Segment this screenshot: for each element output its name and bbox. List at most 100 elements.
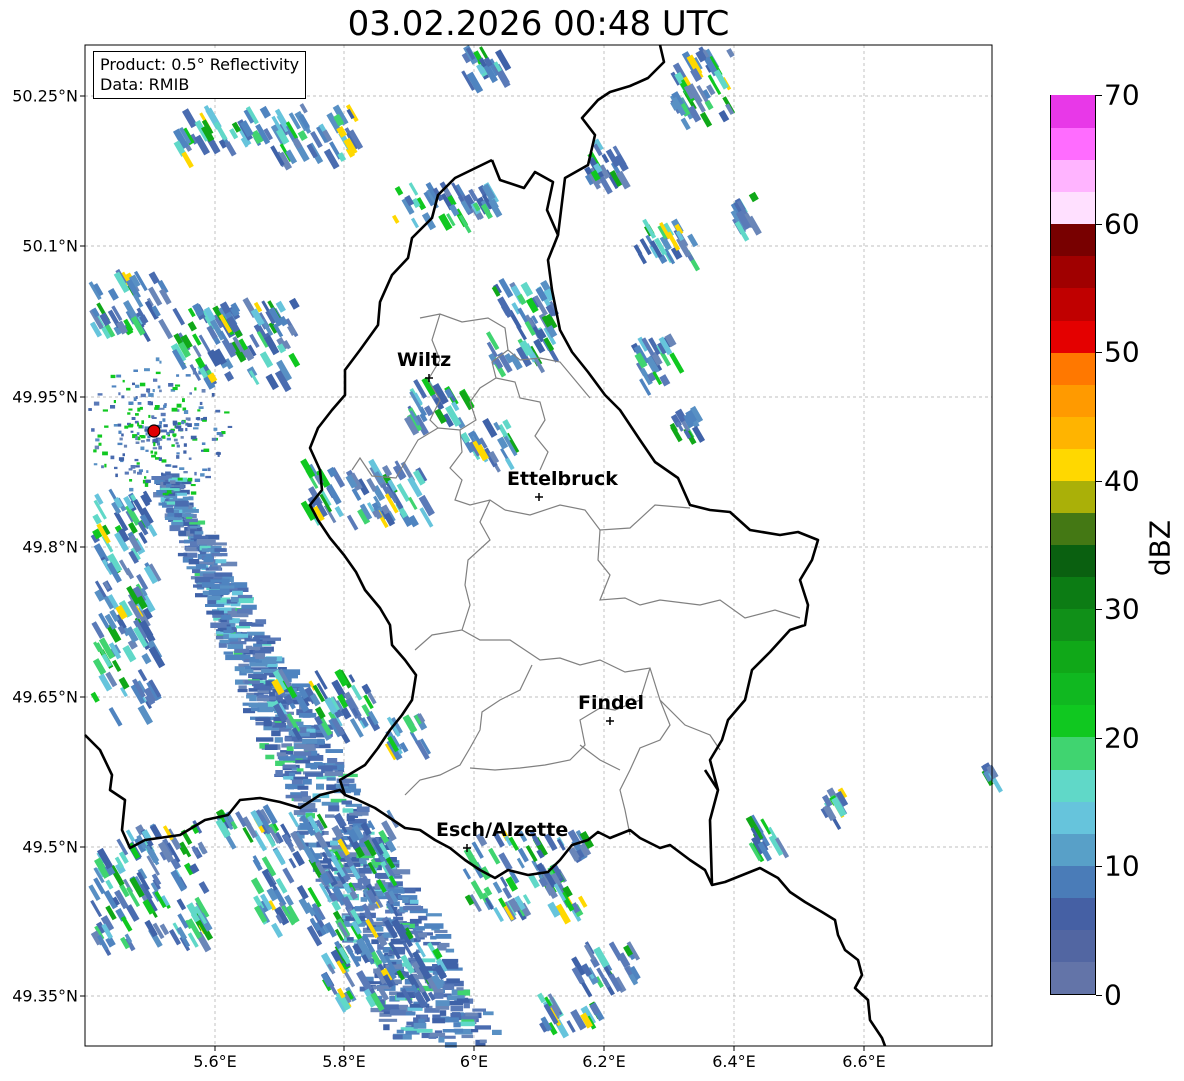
echo-cell <box>438 942 450 948</box>
echo-cell <box>199 401 203 405</box>
echo-cell <box>285 794 303 799</box>
echo-cell <box>237 594 253 599</box>
echo-cell <box>171 407 178 412</box>
echo-cell <box>161 459 167 463</box>
echo-cell <box>115 473 118 478</box>
colorbar-segment <box>1051 223 1095 257</box>
echo-cell <box>187 423 192 427</box>
echo-cell <box>446 978 460 983</box>
echo-cell <box>104 425 109 428</box>
echo-cell <box>145 479 151 483</box>
echo-cell <box>248 673 267 679</box>
echo-cell <box>215 452 221 455</box>
echo-cell <box>259 650 272 654</box>
echo-cell <box>271 730 281 737</box>
echo-cell <box>221 431 226 435</box>
echo-cell <box>144 428 148 432</box>
echo-cell <box>260 647 273 651</box>
echo-cell <box>137 471 142 475</box>
colorbar-tick-mark <box>1096 95 1102 96</box>
echo-cell <box>171 444 175 447</box>
echo-cell <box>248 703 268 708</box>
echo-cell <box>296 768 304 772</box>
echo-cell <box>214 572 233 577</box>
echo-cell <box>202 419 207 422</box>
echo-cell <box>279 756 296 761</box>
colorbar-tick-mark <box>1096 995 1102 996</box>
colorbar-segment <box>1051 672 1095 706</box>
echo-cell <box>135 441 140 444</box>
echo-cell <box>173 433 176 438</box>
x-tick-label: 5.8°E <box>322 1052 366 1071</box>
echo-cell <box>162 418 166 422</box>
echo-cell <box>276 752 286 757</box>
echo-cell <box>249 662 267 667</box>
echo-cell <box>166 437 171 441</box>
echo-cell <box>178 531 187 536</box>
colorbar-segment <box>1051 704 1095 738</box>
y-tick-label: 49.5°N <box>22 837 78 857</box>
echo-cell <box>438 1037 445 1043</box>
colorbar-label: dBZ <box>1143 519 1177 577</box>
colorbar-tick-label: 40 <box>1104 464 1140 498</box>
echo-cell <box>275 770 283 776</box>
colorbar-segment <box>1051 865 1095 898</box>
echo-cell <box>140 446 145 451</box>
colorbar-tick-label: 50 <box>1104 335 1140 369</box>
echo-cell <box>310 765 317 770</box>
colorbar-tick-label: 30 <box>1104 592 1140 626</box>
echo-cell <box>188 457 192 460</box>
echo-cell <box>203 416 207 420</box>
echo-cell <box>205 475 211 479</box>
echo-cell <box>169 480 176 484</box>
echo-cell <box>145 449 149 452</box>
echo-cell <box>215 635 224 640</box>
echo-cell <box>274 737 283 743</box>
echo-cell <box>383 1024 390 1031</box>
city-label: Findel <box>578 692 644 714</box>
product-label: Product: 0.5° Reflectivity <box>100 55 300 74</box>
echo-cell <box>228 633 249 638</box>
echo-cell <box>318 765 338 770</box>
echo-cell <box>202 468 208 471</box>
colorbar-segment <box>1051 736 1095 770</box>
echo-cell <box>435 934 452 939</box>
echo-cell <box>134 458 139 462</box>
echo-cell <box>138 424 143 429</box>
echo-cell <box>173 438 178 442</box>
echo-cell <box>282 764 296 769</box>
echo-cell <box>326 777 336 781</box>
echo-cell <box>346 937 354 941</box>
echo-cell <box>402 897 409 903</box>
echo-cell <box>435 1000 450 1006</box>
echo-cell <box>284 737 292 741</box>
x-tick-label: 5.6°E <box>193 1052 237 1071</box>
echo-cell <box>287 784 294 790</box>
echo-cell <box>110 374 116 379</box>
echo-cell <box>205 604 225 607</box>
echo-cell <box>416 1028 433 1033</box>
echo-cell <box>133 470 136 474</box>
colorbar-tick-mark <box>1096 480 1102 482</box>
echo-cell <box>230 596 239 603</box>
echo-cell <box>128 408 133 411</box>
x-tick-label: 6°E <box>459 1052 489 1071</box>
echo-cell <box>136 462 140 465</box>
colorbar-segment <box>1051 255 1095 289</box>
colorbar-segment <box>1051 287 1095 321</box>
echo-cell <box>113 424 118 427</box>
echo-cell <box>234 648 250 653</box>
echo-cell <box>219 639 230 644</box>
echo-cell <box>133 369 138 372</box>
echo-cell <box>195 564 207 569</box>
echo-cell <box>297 785 309 790</box>
echo-cell <box>213 427 218 431</box>
echo-cell <box>353 789 361 796</box>
echo-cell <box>158 407 165 410</box>
echo-cell <box>227 425 233 428</box>
echo-cell <box>413 1022 427 1029</box>
echo-cell <box>223 651 233 655</box>
echo-cell <box>256 697 270 702</box>
echo-cell <box>295 759 311 764</box>
echo-cell <box>445 948 455 953</box>
